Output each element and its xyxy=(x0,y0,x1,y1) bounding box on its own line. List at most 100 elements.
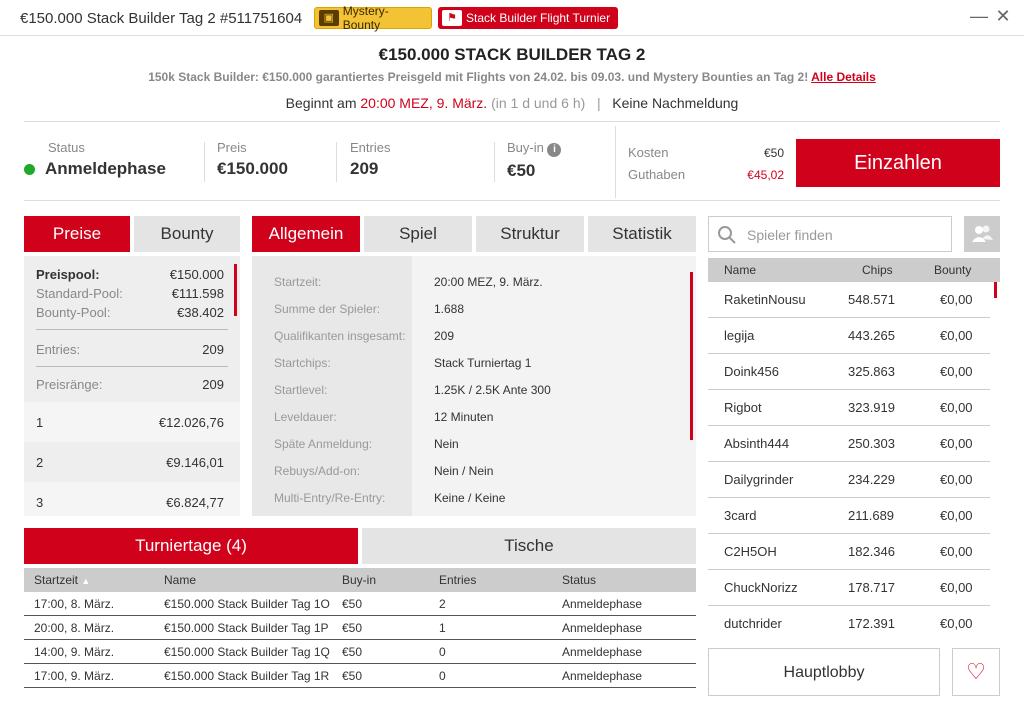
status-dot-icon xyxy=(24,164,35,176)
tab-game[interactable]: Spiel xyxy=(364,216,472,252)
list-item[interactable]: Doink456 325.863 €0,00 xyxy=(708,354,990,390)
player-bounty: €0,00 xyxy=(940,508,973,523)
cell-entries: 0 xyxy=(439,669,446,683)
table-row[interactable]: 20:00, 8. März. €150.000 Stack Builder T… xyxy=(24,616,696,640)
list-item[interactable]: Dailygrinder 234.229 €0,00 xyxy=(708,462,990,498)
table-row[interactable]: 17:00, 8. März. €150.000 Stack Builder T… xyxy=(24,592,696,616)
balance-value: €45,02 xyxy=(747,168,784,182)
status-label: Status xyxy=(48,140,85,155)
list-item[interactable]: legija 443.265 €0,00 xyxy=(708,318,990,354)
column-header-name[interactable]: Name xyxy=(164,573,196,587)
friends-filter-button[interactable] xyxy=(964,216,1000,252)
list-item[interactable]: C2H5OH 182.346 €0,00 xyxy=(708,534,990,570)
column-header-buyin[interactable]: Buy-in xyxy=(342,573,376,587)
cell-entries: 1 xyxy=(439,621,446,635)
column-header-player-name[interactable]: Name xyxy=(724,263,756,277)
place-amount: €9.146,01 xyxy=(166,454,224,470)
prize-place-row: 1 €12.026,76 xyxy=(24,402,240,442)
mystery-bounty-label: Mystery-Bounty xyxy=(342,4,389,32)
cell-buyin: €50 xyxy=(342,645,363,659)
player-name: 3card xyxy=(724,508,757,523)
list-item[interactable]: dutchrider 172.391 €0,00 xyxy=(708,606,990,630)
column-header-starttime-label: Startzeit xyxy=(34,573,79,587)
cell-name: €150.000 Stack Builder Tag 1O xyxy=(164,597,330,611)
player-bounty: €0,00 xyxy=(940,544,973,559)
table-row[interactable]: 14:00, 9. März. €150.000 Stack Builder T… xyxy=(24,640,696,664)
general-label: Leveldauer: xyxy=(274,410,337,424)
cost-value: €50 xyxy=(763,146,784,160)
column-header-entries[interactable]: Entries xyxy=(439,573,476,587)
column-header-bounty[interactable]: Bounty xyxy=(934,263,971,277)
general-value: Nein / Nein xyxy=(434,464,494,478)
general-label: Späte Anmeldung: xyxy=(274,437,373,451)
list-item[interactable]: ChuckNorizz 178.717 €0,00 xyxy=(708,570,990,606)
column-header-status[interactable]: Status xyxy=(562,573,596,587)
prize-scrollbar[interactable] xyxy=(234,264,237,316)
tournament-subtitle: 150k Stack Builder: €150.000 garantierte… xyxy=(0,70,1024,84)
table-row[interactable]: 17:00, 9. März. €150.000 Stack Builder T… xyxy=(24,664,696,688)
player-name: Doink456 xyxy=(724,364,779,379)
minimize-button[interactable]: — xyxy=(968,6,990,27)
player-scrollbar[interactable] xyxy=(994,282,997,298)
general-value: Nein xyxy=(434,437,459,451)
buyin-label: Buy-in xyxy=(507,140,544,155)
prize-place-row: 2 €9.146,01 xyxy=(24,442,240,482)
general-label: Startchips: xyxy=(274,356,331,370)
deposit-button[interactable]: Einzahlen xyxy=(796,139,1000,187)
info-icon[interactable]: i xyxy=(547,143,562,157)
bag-icon: ▣ xyxy=(319,10,339,26)
tab-statistics[interactable]: Statistik xyxy=(588,216,696,252)
list-item[interactable]: 3card 211.689 €0,00 xyxy=(708,498,990,534)
player-chips: 323.919 xyxy=(848,400,895,415)
cell-starttime: 20:00, 8. März. xyxy=(34,621,115,635)
player-bounty: €0,00 xyxy=(940,292,973,307)
cell-buyin: €50 xyxy=(342,597,363,611)
tab-tournament-days[interactable]: Turniertage (4) xyxy=(24,528,358,564)
details-link[interactable]: Alle Details xyxy=(811,70,876,84)
player-bounty: €0,00 xyxy=(940,436,973,451)
cell-status: Anmeldephase xyxy=(562,597,643,611)
standard-pool-value: €111.598 xyxy=(171,286,224,301)
player-search-input[interactable]: Spieler finden xyxy=(708,216,952,252)
general-value: 12 Minuten xyxy=(434,410,494,424)
divider xyxy=(204,142,205,182)
prize-place-row: 3 €6.824,77 xyxy=(24,482,240,516)
cell-name: €150.000 Stack Builder Tag 1R xyxy=(164,669,330,683)
list-item[interactable]: Rigbot 323.919 €0,00 xyxy=(708,390,990,426)
tournament-title: €150.000 STACK BUILDER TAG 2 xyxy=(378,45,646,64)
general-scrollbar[interactable] xyxy=(690,272,693,440)
cell-name: €150.000 Stack Builder Tag 1P xyxy=(164,621,329,635)
cell-status: Anmeldephase xyxy=(562,645,643,659)
buyin-column: Buy-in i €50 xyxy=(507,140,562,181)
start-relative: (in 1 d und 6 h) xyxy=(491,95,586,111)
player-name: Dailygrinder xyxy=(724,472,794,487)
start-info: Beginnt am 20:00 MEZ, 9. März. (in 1 d u… xyxy=(0,95,1024,111)
list-item[interactable]: RaketinNousu 548.571 €0,00 xyxy=(708,282,990,318)
player-chips: 250.303 xyxy=(848,436,895,451)
player-table-header: Name Chips Bounty xyxy=(708,258,1000,282)
general-value: 209 xyxy=(434,329,455,343)
tab-tables[interactable]: Tische xyxy=(362,528,696,564)
general-value: 1.25K / 2.5K Ante 300 xyxy=(434,383,551,397)
close-button[interactable]: ✕ xyxy=(992,6,1014,27)
tab-bounty[interactable]: Bounty xyxy=(134,216,240,252)
bounty-pool-value: €38.402 xyxy=(177,305,224,320)
prize-pool-row: Preispool: €150.000 xyxy=(36,267,224,282)
favorite-button[interactable]: ♡ xyxy=(952,648,1000,696)
list-item[interactable]: Absinth444 250.303 €0,00 xyxy=(708,426,990,462)
buyin-label-wrap: Buy-in i xyxy=(507,140,562,157)
player-name: dutchrider xyxy=(724,616,782,630)
column-header-starttime[interactable]: Startzeit ▲ xyxy=(34,573,90,587)
player-bounty: €0,00 xyxy=(940,400,973,415)
general-label: Startzeit: xyxy=(274,275,322,289)
cell-name: €150.000 Stack Builder Tag 1Q xyxy=(164,645,330,659)
tab-structure[interactable]: Struktur xyxy=(476,216,584,252)
price-value: €150.000 xyxy=(217,159,288,178)
main-lobby-button[interactable]: Hauptlobby xyxy=(708,648,940,696)
general-label: Summe der Spieler: xyxy=(274,302,381,316)
tab-general[interactable]: Allgemein xyxy=(252,216,360,252)
column-header-chips[interactable]: Chips xyxy=(862,263,893,277)
player-bounty: €0,00 xyxy=(940,580,973,595)
tab-prizes[interactable]: Preise xyxy=(24,216,130,252)
bounty-pool-row: Bounty-Pool: €38.402 xyxy=(36,305,224,320)
